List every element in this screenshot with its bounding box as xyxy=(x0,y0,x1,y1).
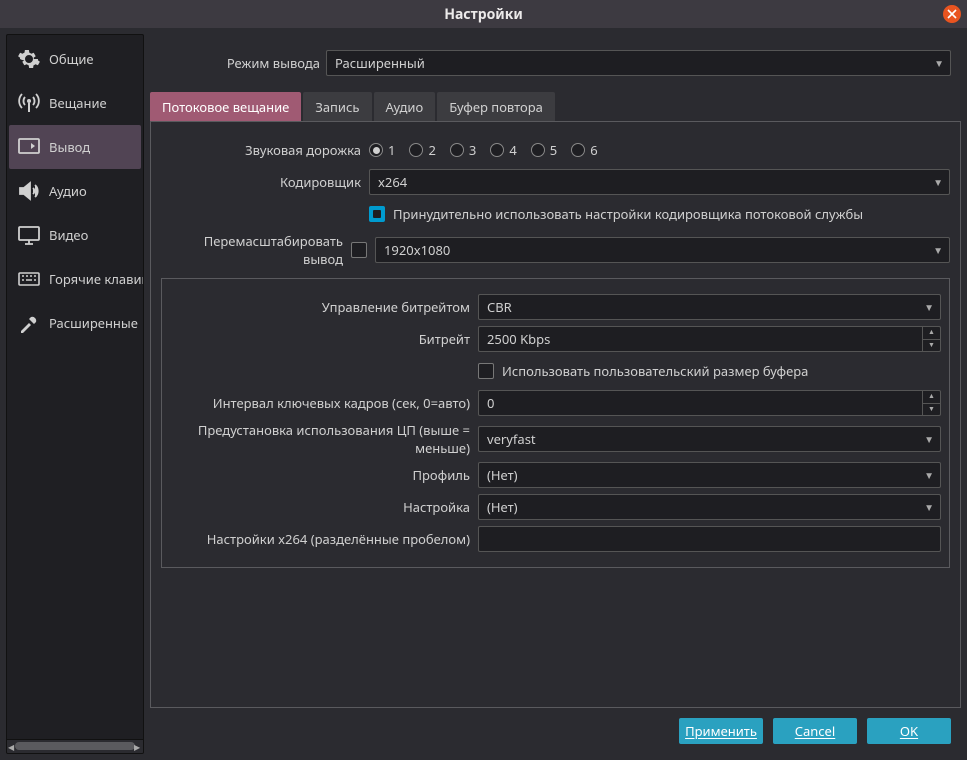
rate-control-label: Управление битрейтом xyxy=(170,298,470,316)
speaker-icon xyxy=(17,179,41,203)
output-icon xyxy=(17,135,41,159)
audio-track-3[interactable]: 3 xyxy=(450,141,476,159)
preset-label: Предустановка использования ЦП (выше = м… xyxy=(170,421,470,457)
sidebar-item-label: Аудио xyxy=(49,182,87,200)
sidebar-item-label: Горячие клавиши xyxy=(49,270,143,288)
settings-window: Настройки Общие Вещание Вывод xyxy=(0,0,967,760)
chevron-down-icon: ▼ xyxy=(933,243,943,257)
tune-label: Настройка xyxy=(170,498,470,516)
rescale-label: Перемасштабировать вывод xyxy=(161,232,343,268)
x264opts-label: Настройки x264 (разделённые пробелом) xyxy=(170,530,470,548)
bitrate-input[interactable]: 2500 Kbps ▲▼ xyxy=(478,326,941,352)
profile-select[interactable]: (Нет) ▼ xyxy=(478,462,941,488)
tab-audio[interactable]: Аудио xyxy=(374,92,436,122)
chevron-down-icon: ▼ xyxy=(934,56,944,70)
sidebar-item-hotkeys[interactable]: Горячие клавиши xyxy=(9,257,141,301)
tab-streaming[interactable]: Потоковое вещание xyxy=(150,92,301,122)
chevron-down-icon: ▼ xyxy=(924,432,934,446)
tab-replay-buffer[interactable]: Буфер повтора xyxy=(437,92,555,122)
chevron-down-icon: ▼ xyxy=(933,175,943,189)
sidebar-item-video[interactable]: Видео xyxy=(9,213,141,257)
sidebar: Общие Вещание Вывод Аудио Видео xyxy=(6,34,144,754)
keyint-input[interactable]: 0 ▲▼ xyxy=(478,390,941,416)
rescale-select[interactable]: 1920x1080 ▼ xyxy=(375,237,950,263)
custom-buffer-checkbox[interactable] xyxy=(478,363,494,379)
spinner-buttons[interactable]: ▲▼ xyxy=(922,327,940,351)
apply-button[interactable]: Применить xyxy=(679,718,763,744)
sidebar-item-label: Общие xyxy=(49,50,94,68)
encoder-row: Кодировщик x264 ▼ xyxy=(161,168,950,196)
output-mode-value: Расширенный xyxy=(335,54,425,72)
enforce-label: Принудительно использовать настройки код… xyxy=(393,205,863,223)
sidebar-item-general[interactable]: Общие xyxy=(9,37,141,81)
chevron-down-icon: ▼ xyxy=(924,500,934,514)
sidebar-scrollbar[interactable]: ◀ ▶ xyxy=(7,739,143,753)
preset-select[interactable]: veryfast ▼ xyxy=(478,426,941,452)
sidebar-item-advanced[interactable]: Расширенные xyxy=(9,301,141,345)
main-area: Режим вывода Расширенный ▼ Потоковое вещ… xyxy=(150,34,961,754)
encoder-label: Кодировщик xyxy=(161,173,361,191)
tab-recording[interactable]: Запись xyxy=(303,92,371,122)
broadcast-icon xyxy=(17,91,41,115)
sidebar-item-audio[interactable]: Аудио xyxy=(9,169,141,213)
output-mode-row: Режим вывода Расширенный ▼ xyxy=(150,34,961,92)
tools-icon xyxy=(17,311,41,335)
footer: Применить Cancel OK xyxy=(150,708,961,754)
audio-track-2[interactable]: 2 xyxy=(409,141,435,159)
close-button[interactable] xyxy=(943,5,961,23)
output-mode-label: Режим вывода xyxy=(150,54,320,72)
window-title: Настройки xyxy=(444,5,523,24)
scrollbar-thumb[interactable] xyxy=(15,742,135,750)
audio-track-4[interactable]: 4 xyxy=(490,141,516,159)
tab-panel: Звуковая дорожка 1 2 3 4 5 6 Кодировщик … xyxy=(150,121,961,708)
audio-track-5[interactable]: 5 xyxy=(531,141,557,159)
keyint-label: Интервал ключевых кадров (сек, 0=авто) xyxy=(170,394,470,412)
encoder-value: x264 xyxy=(378,173,407,191)
enforce-check-row: Принудительно использовать настройки код… xyxy=(369,205,950,223)
enforce-row: Принудительно использовать настройки код… xyxy=(161,200,950,228)
audio-track-1[interactable]: 1 xyxy=(369,141,395,159)
monitor-icon xyxy=(17,223,41,247)
chevron-down-icon: ▼ xyxy=(924,300,934,314)
rescale-checkbox[interactable] xyxy=(351,242,367,258)
audio-track-6[interactable]: 6 xyxy=(571,141,597,159)
custom-buffer-label: Использовать пользовательский размер буф… xyxy=(502,362,808,380)
sidebar-item-label: Расширенные xyxy=(49,314,138,332)
sidebar-item-label: Видео xyxy=(49,226,88,244)
encoder-settings-section: Управление битрейтом CBR ▼ Битрейт 2500 … xyxy=(161,278,950,568)
sidebar-list: Общие Вещание Вывод Аудио Видео xyxy=(7,35,143,739)
encoder-select[interactable]: x264 ▼ xyxy=(369,169,950,195)
audio-track-group: 1 2 3 4 5 6 xyxy=(369,141,950,159)
x264opts-input[interactable] xyxy=(478,526,941,552)
profile-label: Профиль xyxy=(170,466,470,484)
keyboard-icon xyxy=(17,267,41,291)
sidebar-item-label: Вывод xyxy=(49,138,90,156)
rescale-row: Перемасштабировать вывод 1920x1080 ▼ xyxy=(161,232,950,268)
titlebar: Настройки xyxy=(0,0,967,28)
sidebar-item-label: Вещание xyxy=(49,94,107,112)
enforce-checkbox[interactable] xyxy=(369,206,385,222)
cancel-button[interactable]: Cancel xyxy=(773,718,857,744)
tabs: Потоковое вещание Запись Аудио Буфер пов… xyxy=(150,92,961,122)
close-icon xyxy=(947,9,957,19)
chevron-down-icon: ▼ xyxy=(924,468,934,482)
spinner-buttons[interactable]: ▲▼ xyxy=(922,391,940,415)
sidebar-item-stream[interactable]: Вещание xyxy=(9,81,141,125)
sidebar-item-output[interactable]: Вывод xyxy=(9,125,141,169)
tune-select[interactable]: (Нет) ▼ xyxy=(478,494,941,520)
audio-track-label: Звуковая дорожка xyxy=(161,141,361,159)
bitrate-label: Битрейт xyxy=(170,330,470,348)
rescale-value: 1920x1080 xyxy=(384,241,450,259)
audio-track-row: Звуковая дорожка 1 2 3 4 5 6 xyxy=(161,136,950,164)
ok-button[interactable]: OK xyxy=(867,718,951,744)
rate-control-select[interactable]: CBR ▼ xyxy=(478,294,941,320)
scroll-right-icon: ▶ xyxy=(134,742,142,750)
output-mode-select[interactable]: Расширенный ▼ xyxy=(326,50,951,76)
gear-icon xyxy=(17,47,41,71)
window-body: Общие Вещание Вывод Аудио Видео xyxy=(0,28,967,760)
